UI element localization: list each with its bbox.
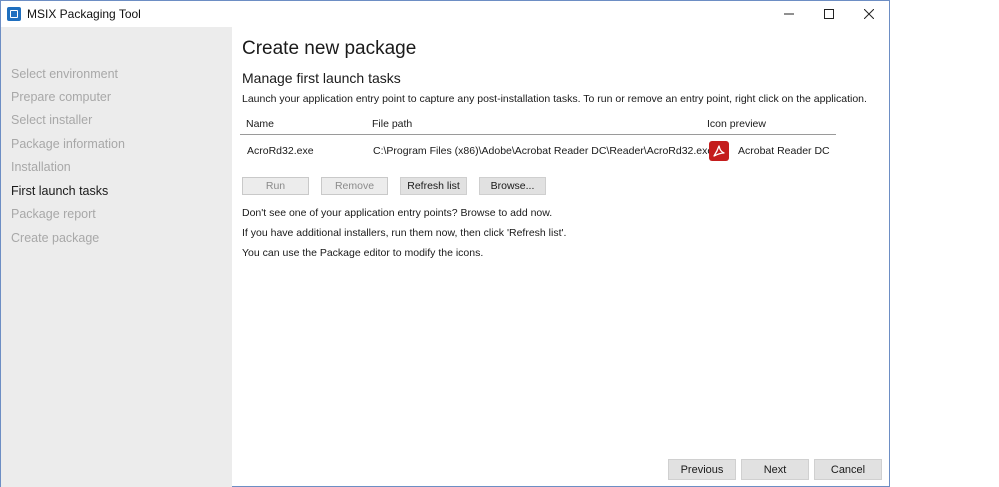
main-content: Create new package Manage first launch t… (233, 27, 889, 487)
minimize-button[interactable] (769, 1, 809, 26)
table-row[interactable]: AcroRd32.exe C:\Program Files (x86)\Adob… (240, 135, 836, 167)
sidebar-item-package-report: Package report (11, 207, 96, 221)
sidebar-item-prepare-computer: Prepare computer (11, 90, 112, 104)
hint-browse: Don't see one of your application entry … (242, 207, 553, 219)
description-text: Launch your application entry point to c… (242, 93, 867, 105)
hint-refresh: If you have additional installers, run t… (242, 227, 567, 239)
section-title: Manage first launch tasks (242, 70, 401, 86)
column-header-name: Name (246, 118, 275, 130)
sidebar-nav: Select environment Prepare computer Sele… (1, 27, 232, 487)
window-controls (769, 1, 889, 26)
column-header-file-path: File path (372, 118, 413, 130)
next-button[interactable]: Next (741, 459, 809, 480)
entry-file-path: C:\Program Files (x86)\Adobe\Acrobat Rea… (373, 145, 714, 157)
icon-preview-label: Acrobat Reader DC (738, 145, 830, 157)
previous-button[interactable]: Previous (668, 459, 736, 480)
app-window: MSIX Packaging Tool Select environment P… (0, 0, 890, 487)
title-bar: MSIX Packaging Tool (1, 1, 889, 26)
run-button[interactable]: Run (242, 177, 309, 195)
acrobat-pdf-icon (709, 141, 729, 161)
sidebar-item-create-package: Create package (11, 231, 100, 245)
browse-button[interactable]: Browse... (479, 177, 546, 195)
hint-package-editor: You can use the Package editor to modify… (242, 247, 484, 259)
remove-button[interactable]: Remove (321, 177, 388, 195)
minimize-icon (784, 13, 794, 14)
column-header-icon-preview: Icon preview (707, 118, 766, 130)
page-title: Create new package (242, 38, 417, 59)
close-icon (864, 8, 874, 19)
sidebar-item-installation: Installation (11, 160, 71, 174)
entry-points-table: Name File path Icon preview AcroRd32.exe… (240, 115, 836, 167)
sidebar-item-first-launch-tasks: First launch tasks (11, 184, 109, 198)
sidebar-item-select-environment: Select environment (11, 67, 119, 81)
maximize-icon (824, 8, 834, 19)
sidebar-item-package-information: Package information (11, 137, 125, 151)
sidebar-item-select-installer: Select installer (11, 113, 93, 127)
cancel-button[interactable]: Cancel (814, 459, 882, 480)
entry-name: AcroRd32.exe (247, 145, 314, 157)
window-title: MSIX Packaging Tool (27, 6, 141, 21)
close-button[interactable] (849, 1, 889, 26)
msix-app-icon (7, 6, 21, 21)
table-header: Name File path Icon preview (240, 115, 836, 135)
maximize-button[interactable] (809, 1, 849, 26)
refresh-list-button[interactable]: Refresh list (400, 177, 467, 195)
